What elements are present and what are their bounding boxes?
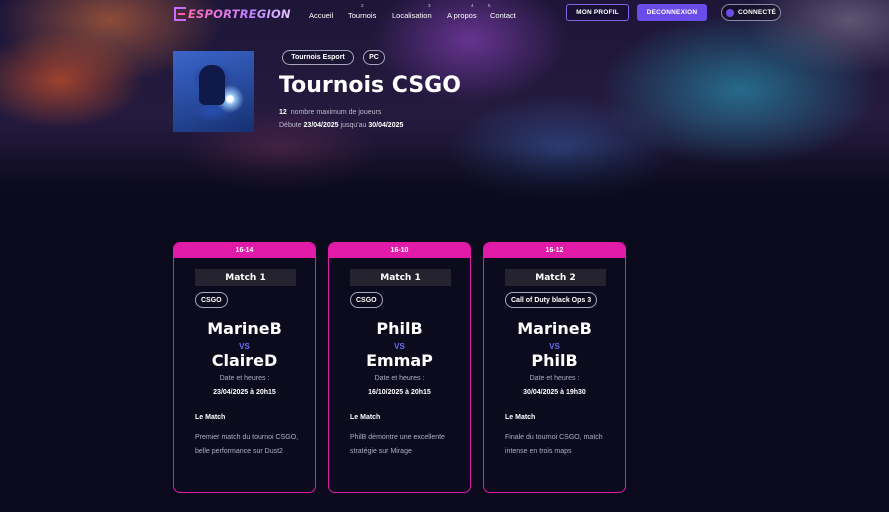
connected-status-button[interactable]: CONNECTÉ (721, 4, 781, 21)
nav-item-localisation[interactable]: 3 Localisation (392, 3, 432, 20)
max-players-label: nombre maximum de joueurs (290, 109, 382, 116)
player-figure-icon (199, 65, 225, 105)
nav-item-label: Localisation (392, 11, 432, 20)
player-two-name: PhilB (531, 351, 578, 370)
start-date: 23/04/2025 (303, 122, 339, 129)
logo-mark-icon (174, 7, 186, 21)
nav-item-label: Tournois (348, 11, 377, 20)
max-players-line: 12 nombre maximum de joueurs (279, 109, 381, 116)
match-title: Match 1 (195, 269, 296, 286)
nav-item-label: A propos (447, 11, 477, 20)
match-description: Premier match du tournoi CSGO, belle per… (195, 434, 299, 455)
hero-banner (0, 0, 889, 215)
match-about-label: Le Match (505, 414, 536, 421)
nav-item-number: 2 (361, 3, 364, 8)
versus-label: VS (394, 342, 405, 351)
player-one-name: MarineB (207, 319, 282, 338)
tournament-image (173, 51, 254, 132)
nav-item-label: Accueil (309, 11, 334, 20)
max-players-value: 12 (279, 109, 287, 116)
datetime-value: 30/04/2025 à 19h30 (523, 389, 586, 396)
match-card[interactable]: 16-12 Match 2 Call of Duty black Ops 3 M… (483, 242, 626, 493)
status-dot-icon (725, 8, 734, 17)
match-score: 16-12 (484, 243, 625, 258)
datetime-label: Date et heures : (374, 375, 425, 382)
match-card[interactable]: 16-14 Match 1 CSGO MarineB VS ClaireD Da… (173, 242, 316, 493)
nav-item-contact[interactable]: 5 Contact (488, 3, 516, 20)
nav-item-tournois[interactable]: 2 Tournois (348, 3, 377, 20)
game-tag: Call of Duty black Ops 3 (505, 292, 598, 308)
nav-item-label: Contact (490, 11, 516, 20)
match-score: 16-14 (174, 243, 315, 258)
player-two-name: ClaireD (211, 351, 278, 370)
match-description: PhilB démontre une excellente stratégie … (350, 434, 445, 455)
datetime-label: Date et heures : (529, 375, 580, 382)
platform-tag[interactable]: PC (363, 50, 385, 65)
logout-button[interactable]: DECONNEXION (637, 4, 707, 21)
category-tag[interactable]: Tournois Esport (282, 50, 354, 65)
start-label: Débute (279, 122, 302, 129)
match-about-label: Le Match (350, 414, 381, 421)
match-about-label: Le Match (195, 414, 226, 421)
nav-item-number: 4 (471, 3, 474, 8)
connected-label: CONNECTÉ (737, 9, 777, 16)
match-description: Finale du tournoi CSGO, match intense en… (505, 434, 603, 455)
site-logo[interactable]: ESPORTREGION (174, 6, 291, 22)
versus-label: VS (239, 342, 250, 351)
date-range-line: Débute 23/04/2025 jusqu'au 30/04/2025 (279, 122, 403, 129)
datetime-value: 16/10/2025 à 20h15 (368, 389, 431, 396)
end-date: 30/04/2025 (368, 122, 404, 129)
nav-item-number: 5 (488, 3, 491, 8)
nav-item-a-propos[interactable]: 4 A propos (447, 3, 477, 20)
player-one-name: MarineB (517, 319, 592, 338)
logo-text: ESPORTREGION (188, 7, 291, 21)
player-one-name: PhilB (376, 319, 423, 338)
match-score: 16-10 (329, 243, 470, 258)
nav-item-accueil[interactable]: Accueil (309, 11, 333, 20)
match-title: Match 2 (505, 269, 606, 286)
versus-label: VS (549, 342, 560, 351)
game-tag: CSGO (195, 292, 228, 308)
datetime-value: 23/04/2025 à 20h15 (213, 389, 276, 396)
game-tag: CSGO (350, 292, 383, 308)
player-two-name: EmmaP (366, 351, 433, 370)
datetime-label: Date et heures : (219, 375, 270, 382)
until-label: jusqu'au (340, 122, 367, 129)
match-title: Match 1 (350, 269, 451, 286)
profile-button[interactable]: MON PROFIL (566, 4, 629, 21)
page-title: Tournois CSGO (279, 73, 461, 98)
match-card[interactable]: 16-10 Match 1 CSGO PhilB VS EmmaP Date e… (328, 242, 471, 493)
nav-item-number: 3 (428, 3, 431, 8)
